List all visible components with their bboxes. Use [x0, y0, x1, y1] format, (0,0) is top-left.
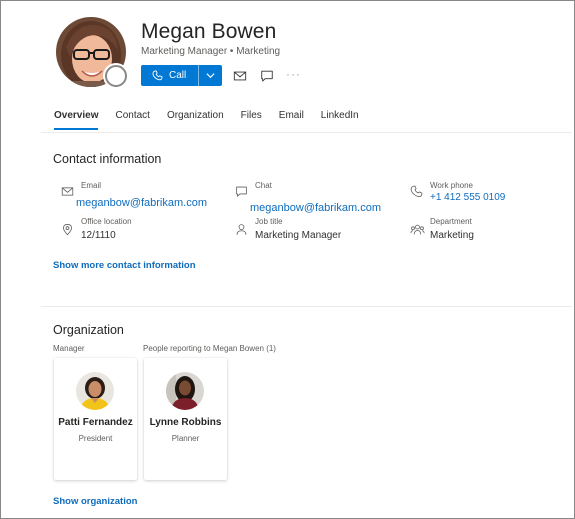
chat-icon[interactable]	[260, 69, 274, 83]
phone-icon	[410, 185, 423, 198]
profile-card-window: Megan Bowen Marketing Manager • Marketin…	[0, 0, 575, 519]
profile-name: Megan Bowen	[141, 20, 277, 43]
email-link[interactable]: meganbow@fabrikam.com	[76, 197, 207, 209]
show-more-contact-link[interactable]: Show more contact information	[53, 260, 196, 271]
department-value: Marketing	[430, 230, 474, 241]
section-divider	[41, 306, 572, 307]
people-icon	[410, 224, 425, 235]
manager-role: President	[78, 434, 113, 443]
location-pin-icon	[63, 224, 72, 236]
show-organization-link[interactable]: Show organization	[53, 496, 137, 507]
tab-contact[interactable]: Contact	[115, 110, 149, 130]
call-button[interactable]: Call	[141, 65, 222, 86]
tabs-divider	[41, 132, 572, 133]
manager-name: Patti Fernandez	[58, 417, 133, 428]
direct-report-avatar	[166, 372, 204, 410]
person-icon	[236, 224, 247, 235]
profile-tabs: Overview Contact Organization Files Emai…	[54, 110, 376, 130]
organization-section-title: Organization	[53, 323, 124, 337]
job-title-value: Marketing Manager	[255, 230, 342, 241]
call-button-main[interactable]: Call	[141, 65, 199, 86]
direct-report-role: Planner	[171, 434, 200, 443]
department-label: Department	[430, 217, 472, 226]
office-value: 12/1110	[81, 230, 116, 241]
presence-indicator	[105, 65, 127, 87]
reports-label: People reporting to Megan Bowen (1)	[143, 344, 276, 353]
tab-organization[interactable]: Organization	[167, 110, 224, 130]
chevron-down-icon	[206, 73, 215, 79]
direct-report-card[interactable]: Lynne Robbins Planner	[144, 358, 227, 480]
work-phone-label: Work phone	[430, 181, 473, 190]
tab-overview[interactable]: Overview	[54, 110, 99, 130]
manager-avatar	[76, 372, 114, 410]
mail-icon	[61, 187, 74, 196]
direct-report-name: Lynne Robbins	[149, 417, 222, 428]
office-label: Office location	[81, 217, 132, 226]
call-options-dropdown[interactable]	[199, 65, 222, 86]
manager-card[interactable]: Patti Fernandez President	[54, 358, 137, 480]
tab-files[interactable]: Files	[241, 110, 262, 130]
phone-icon	[152, 70, 163, 81]
email-label: Email	[81, 181, 102, 190]
profile-subtitle: Marketing Manager • Marketing	[141, 46, 281, 57]
chat-link[interactable]: meganbow@fabrikam.com	[250, 202, 381, 214]
tab-linkedin[interactable]: LinkedIn	[321, 110, 359, 130]
more-actions-button[interactable]: ···	[286, 67, 301, 81]
call-button-label: Call	[169, 70, 187, 81]
job-title-label: Job title	[255, 217, 283, 226]
mail-icon[interactable]	[233, 69, 247, 83]
chat-icon	[236, 186, 247, 197]
tab-email[interactable]: Email	[279, 110, 304, 130]
contact-section-title: Contact information	[53, 152, 162, 166]
work-phone-link[interactable]: +1 412 555 0109	[430, 192, 505, 203]
manager-label: Manager	[53, 344, 85, 353]
chat-label: Chat	[255, 181, 272, 190]
